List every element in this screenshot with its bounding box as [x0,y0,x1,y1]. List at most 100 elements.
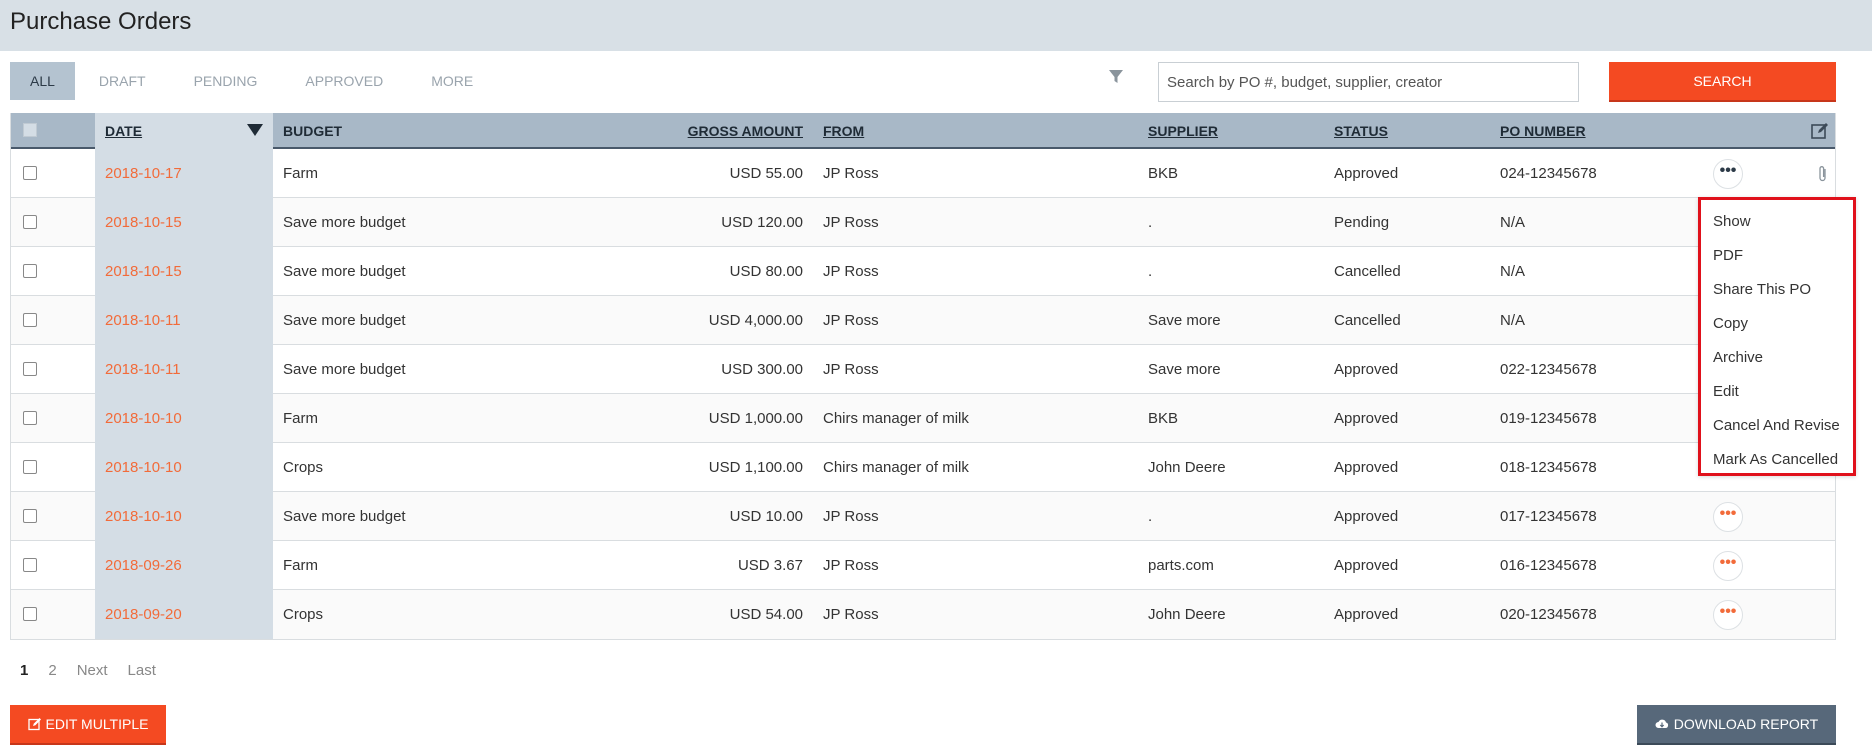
search-button[interactable]: SEARCH [1609,62,1836,102]
column-header-po-number[interactable]: PO NUMBER [1500,113,1586,149]
search-input[interactable] [1158,62,1579,102]
budget-cell: Crops [283,459,324,476]
po-date-link[interactable]: 2018-09-20 [95,590,273,639]
page-2-link[interactable]: 2 [48,662,56,679]
row-actions-button[interactable]: ••• [1713,502,1743,532]
budget-cell: Save more budget [283,263,406,280]
po-date-link[interactable]: 2018-10-17 [95,149,273,198]
row-actions-button[interactable]: ••• [1713,159,1743,189]
budget-cell: Farm [283,557,318,574]
edit-columns-icon[interactable] [1811,122,1829,140]
row-checkbox[interactable] [23,460,37,474]
next-page-link[interactable]: Next [77,662,108,679]
status-cell: Approved [1334,165,1399,182]
status-cell: Approved [1334,410,1399,427]
tab-all[interactable]: ALL [10,62,75,100]
page-header: Purchase Orders [0,0,1872,51]
status-cell: Approved [1334,557,1399,574]
column-header-date[interactable]: DATE [95,113,273,149]
menu-item-copy[interactable]: Copy [1701,307,1853,341]
from-cell: JP Ross [823,361,879,378]
from-cell: JP Ross [823,214,879,231]
table-row: 2018-10-10 Farm USD 1,000.00 Chirs manag… [11,394,1835,443]
tab-pending[interactable]: PENDING [170,62,282,100]
po-number-cell: 016-12345678 [1500,557,1597,574]
po-date-link[interactable]: 2018-10-15 [95,247,273,296]
menu-item-pdf[interactable]: PDF [1701,239,1853,273]
status-cell: Approved [1334,606,1399,623]
sort-descending-icon [247,124,263,136]
filter-icon[interactable] [1109,69,1123,85]
table-header: DATE BUDGET GROSS AMOUNT FROM SUPPLIER S… [11,113,1835,149]
status-cell: Cancelled [1334,312,1401,329]
menu-item-share[interactable]: Share This PO [1701,273,1853,307]
po-date-link[interactable]: 2018-10-10 [95,492,273,541]
row-checkbox[interactable] [23,215,37,229]
po-date-link[interactable]: 2018-10-10 [95,443,273,492]
column-header-budget: BUDGET [283,123,343,139]
table-row: 2018-10-10 Crops USD 1,100.00 Chirs mana… [11,443,1835,492]
select-all-checkbox[interactable] [23,123,37,137]
gross-amount-cell: USD 1,100.00 [708,459,803,476]
tab-more[interactable]: MORE [407,62,497,100]
supplier-cell: BKB [1148,165,1179,182]
po-date-link[interactable]: 2018-10-10 [95,394,273,443]
po-date-link[interactable]: 2018-09-26 [95,541,273,590]
budget-cell: Crops [283,606,324,623]
menu-item-cancel-and-revise[interactable]: Cancel And Revise [1701,409,1853,443]
row-checkbox[interactable] [23,264,37,278]
table-row: 2018-10-15 Save more budget USD 120.00 J… [11,198,1835,247]
row-checkbox[interactable] [23,362,37,376]
menu-item-show[interactable]: Show [1701,205,1853,239]
from-cell: JP Ross [823,165,879,182]
menu-item-archive[interactable]: Archive [1701,341,1853,375]
status-cell: Approved [1334,508,1399,525]
gross-amount-cell: USD 55.00 [729,165,803,182]
from-cell: JP Ross [823,557,879,574]
column-header-status[interactable]: STATUS [1334,113,1388,149]
table-row: 2018-10-11 Save more budget USD 300.00 J… [11,345,1835,394]
tab-approved[interactable]: APPROVED [281,62,407,100]
edit-multiple-label: EDIT MULTIPLE [45,716,149,732]
row-checkbox[interactable] [23,166,37,180]
supplier-cell: parts.com [1148,557,1214,574]
po-number-cell: 024-12345678 [1500,165,1597,182]
from-cell: JP Ross [823,263,879,280]
row-checkbox[interactable] [23,313,37,327]
column-header-from[interactable]: FROM [823,113,864,149]
po-date-link[interactable]: 2018-10-11 [95,345,273,394]
download-report-button[interactable]: DOWNLOAD REPORT [1637,705,1836,745]
menu-item-edit[interactable]: Edit [1701,375,1853,409]
budget-cell: Save more budget [283,214,406,231]
row-checkbox[interactable] [23,558,37,572]
row-actions-button[interactable]: ••• [1713,551,1743,581]
column-header-supplier[interactable]: SUPPLIER [1148,113,1218,149]
supplier-cell: . [1148,508,1153,525]
supplier-cell: BKB [1148,410,1179,427]
po-number-cell: 022-12345678 [1500,361,1597,378]
from-cell: JP Ross [823,606,879,623]
table-row: 2018-09-20 Crops USD 54.00 JP Ross John … [11,590,1835,639]
attachment-icon[interactable] [1817,165,1829,183]
budget-cell: Save more budget [283,508,406,525]
gross-amount-cell: USD 3.67 [737,557,803,574]
row-checkbox[interactable] [23,607,37,621]
edit-multiple-button[interactable]: EDIT MULTIPLE [10,705,166,745]
po-number-cell: N/A [1500,312,1526,329]
column-header-gross-amount[interactable]: GROSS AMOUNT [551,113,803,149]
last-page-link[interactable]: Last [128,662,156,679]
tab-draft[interactable]: DRAFT [75,62,170,100]
supplier-cell: . [1148,263,1153,280]
page-1-link[interactable]: 1 [20,662,28,679]
row-actions-button[interactable]: ••• [1713,600,1743,630]
po-date-link[interactable]: 2018-10-15 [95,198,273,247]
from-cell: Chirs manager of milk [823,410,969,427]
po-date-link[interactable]: 2018-10-11 [95,296,273,345]
gross-amount-cell: USD 54.00 [729,606,803,623]
row-checkbox[interactable] [23,509,37,523]
budget-cell: Farm [283,410,318,427]
row-checkbox[interactable] [23,411,37,425]
menu-item-mark-as-cancelled[interactable]: Mark As Cancelled [1701,443,1853,477]
status-cell: Approved [1334,361,1399,378]
edit-icon [27,718,41,731]
